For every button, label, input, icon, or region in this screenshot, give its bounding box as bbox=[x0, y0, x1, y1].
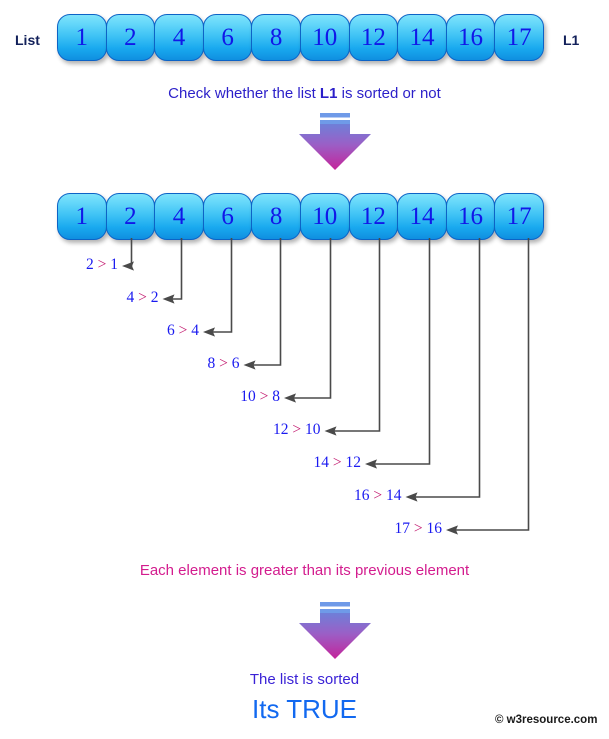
comparison-right-operand: 6 bbox=[231, 355, 240, 372]
comparison-operator: > bbox=[97, 256, 107, 273]
connector-line bbox=[293, 238, 332, 399]
comparison-label: 4 > 2 bbox=[0, 289, 159, 307]
comparison-left-operand: 2 bbox=[86, 256, 94, 273]
connector-line bbox=[130, 238, 133, 267]
comparison-right-operand: 1 bbox=[110, 256, 118, 273]
connector-line bbox=[374, 238, 431, 465]
comparison-operator: > bbox=[373, 487, 383, 504]
comparison-operator: > bbox=[332, 454, 342, 471]
comparison-left-operand: 4 bbox=[126, 289, 135, 306]
comparison-label: 17 > 16 bbox=[0, 520, 443, 538]
comparison-operator: > bbox=[292, 421, 302, 438]
comparison-operator: > bbox=[138, 289, 147, 306]
comparison-label: 14 > 12 bbox=[0, 454, 362, 472]
comparison-operator: > bbox=[219, 355, 228, 372]
comparison-label: 10 > 8 bbox=[0, 388, 280, 406]
connector-line bbox=[455, 238, 530, 531]
connector-line bbox=[333, 238, 381, 432]
connector-line bbox=[171, 238, 183, 300]
comparison-label: 2 > 1 bbox=[0, 256, 118, 274]
comparison-right-operand: 4 bbox=[191, 322, 199, 339]
comparison-right-operand: 12 bbox=[345, 454, 362, 471]
connector-line bbox=[414, 238, 481, 498]
comparison-label: 6 > 4 bbox=[0, 322, 199, 340]
copyright-notice: © w3resource.com bbox=[495, 714, 598, 726]
connector-line bbox=[212, 238, 233, 333]
comparison-right-operand: 2 bbox=[150, 289, 159, 306]
comparison-right-operand: 8 bbox=[272, 388, 280, 405]
comparison-left-operand: 8 bbox=[207, 355, 216, 372]
comparison-left-operand: 16 bbox=[354, 487, 370, 504]
comparison-right-operand: 10 bbox=[305, 421, 321, 438]
comparison-connectors bbox=[122, 238, 530, 535]
comparison-right-operand: 16 bbox=[426, 520, 443, 537]
comparison-operator: > bbox=[259, 388, 269, 405]
comparison-right-operand: 14 bbox=[386, 487, 402, 504]
connector-line bbox=[252, 238, 282, 366]
comparison-label: 8 > 6 bbox=[0, 355, 240, 373]
comparison-label: 12 > 10 bbox=[0, 421, 321, 439]
comparison-left-operand: 14 bbox=[313, 454, 330, 471]
comparison-left-operand: 6 bbox=[167, 322, 175, 339]
comparison-left-operand: 12 bbox=[273, 421, 289, 438]
comparison-label: 16 > 14 bbox=[0, 487, 402, 505]
conclusion-caption: Each element is greater than its previou… bbox=[139, 562, 470, 579]
comparison-operator: > bbox=[178, 322, 188, 339]
comparison-left-operand: 17 bbox=[394, 520, 411, 537]
comparison-left-operand: 10 bbox=[240, 388, 256, 405]
down-arrow-icon-bottom bbox=[299, 602, 371, 659]
comparison-operator: > bbox=[413, 520, 423, 537]
sorted-caption: The list is sorted bbox=[249, 671, 360, 688]
